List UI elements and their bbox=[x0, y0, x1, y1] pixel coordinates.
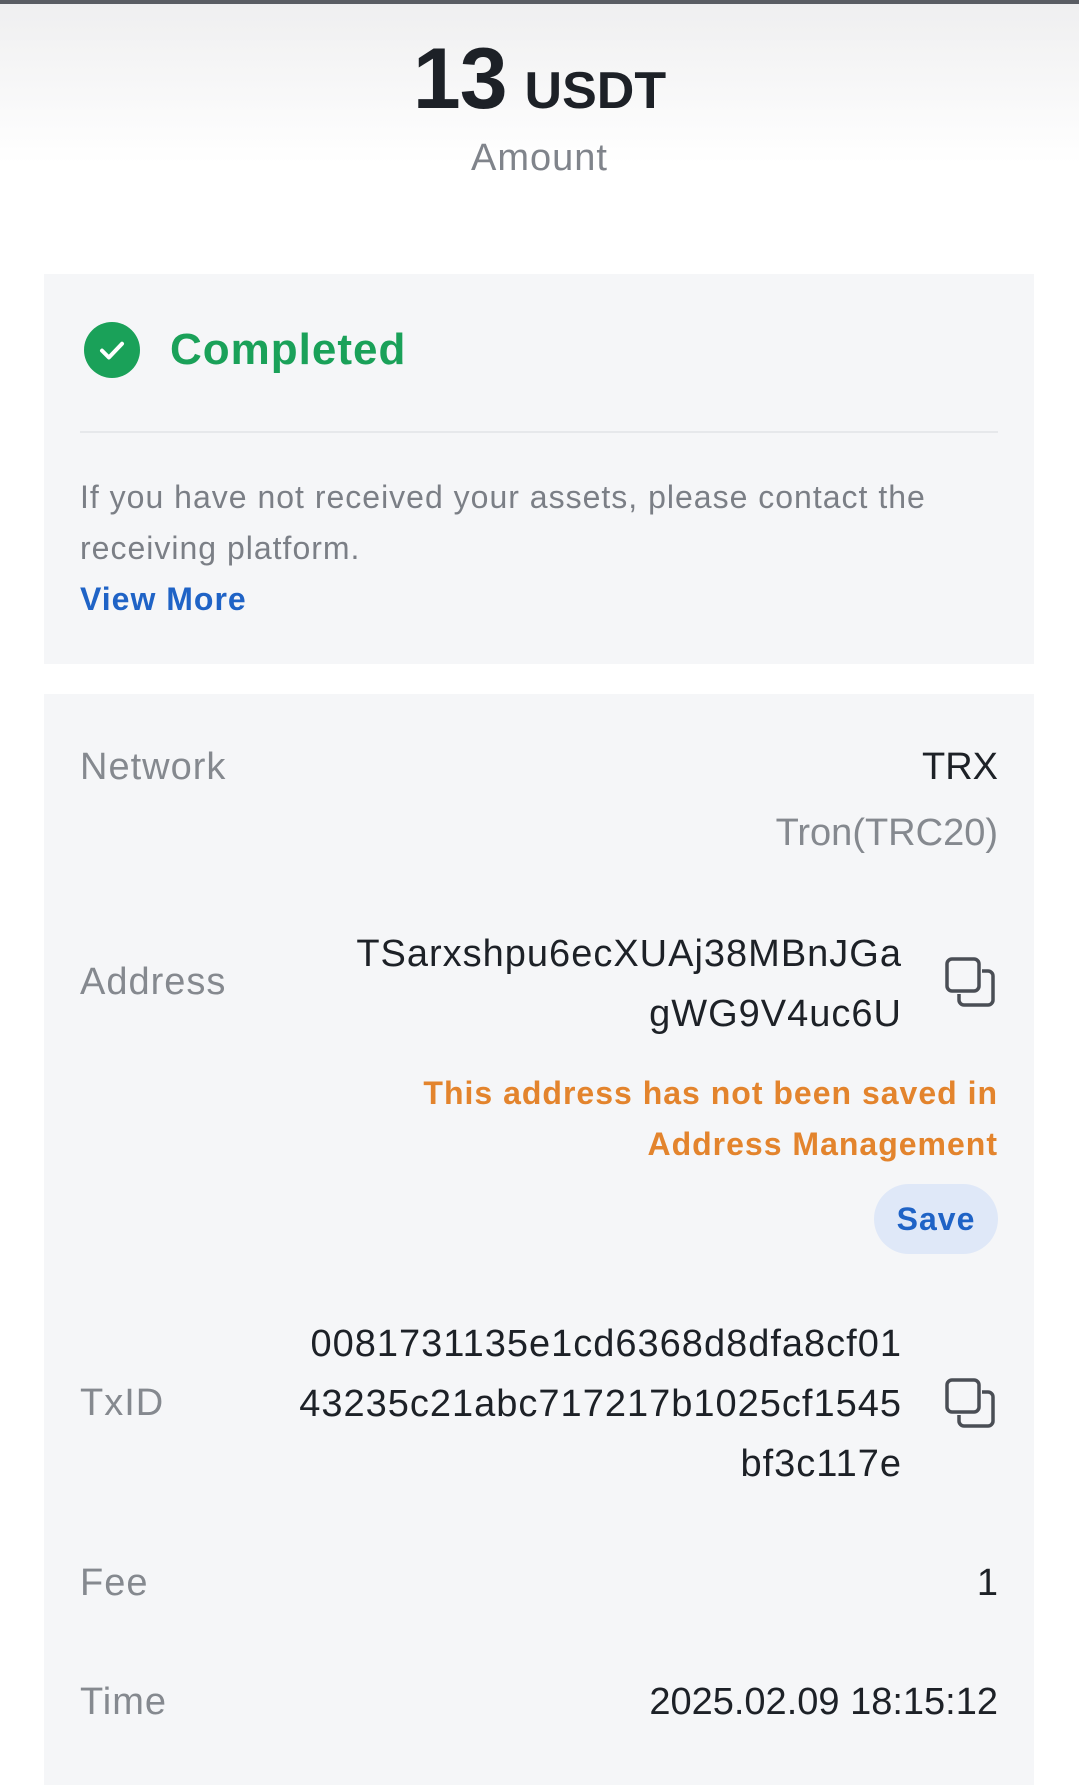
txid-line: bf3c117e bbox=[740, 1443, 902, 1485]
address-value: TSarxshpu6ecXUAj38MBnJGa gWG9V4uc6U bbox=[356, 924, 902, 1044]
amount-value: 13 bbox=[412, 31, 508, 127]
txid-line: 43235c21abc717217b1025cf1545 bbox=[299, 1383, 902, 1425]
network-sub-value: Tron(TRC20) bbox=[775, 812, 998, 854]
address-line: TSarxshpu6ecXUAj38MBnJGa bbox=[356, 933, 902, 975]
save-address-button[interactable]: Save bbox=[874, 1184, 998, 1254]
status-text: Completed bbox=[170, 325, 407, 374]
amount-unit: USDT bbox=[524, 62, 667, 120]
notice-block: If you have not received your assets, pl… bbox=[80, 472, 1000, 625]
copy-address-icon[interactable] bbox=[944, 956, 996, 1008]
address-warning: This address has not been saved in Addre… bbox=[423, 1075, 998, 1162]
view-more-link[interactable]: View More bbox=[80, 574, 1000, 625]
time-label: Time bbox=[80, 1681, 168, 1723]
txid-line: 0081731135e1cd6368d8dfa8cf01 bbox=[310, 1323, 902, 1365]
network-value: TRX bbox=[922, 746, 998, 788]
amount-header: 13 USDT Amount bbox=[0, 30, 1079, 180]
address-label: Address bbox=[80, 961, 227, 1003]
amount-caption: Amount bbox=[471, 137, 608, 179]
details-card: Network TRX Tron(TRC20) Address TSarxshp… bbox=[44, 694, 1034, 1785]
check-circle-icon bbox=[84, 322, 140, 378]
amount-row: 13 USDT bbox=[0, 30, 1079, 129]
fee-label: Fee bbox=[80, 1562, 149, 1604]
txid-value: 0081731135e1cd6368d8dfa8cf01 43235c21abc… bbox=[299, 1314, 902, 1494]
notice-text: If you have not received your assets, pl… bbox=[80, 479, 926, 566]
fee-value: 1 bbox=[976, 1562, 998, 1604]
copy-txid-icon[interactable] bbox=[944, 1377, 996, 1429]
status-card: Completed If you have not received your … bbox=[44, 274, 1034, 664]
txid-label: TxID bbox=[80, 1382, 165, 1424]
divider bbox=[80, 431, 998, 433]
network-label: Network bbox=[80, 746, 227, 788]
status-row: Completed bbox=[84, 322, 406, 378]
time-value: 2025.02.09 18:15:12 bbox=[649, 1681, 998, 1723]
address-line: gWG9V4uc6U bbox=[649, 993, 902, 1035]
